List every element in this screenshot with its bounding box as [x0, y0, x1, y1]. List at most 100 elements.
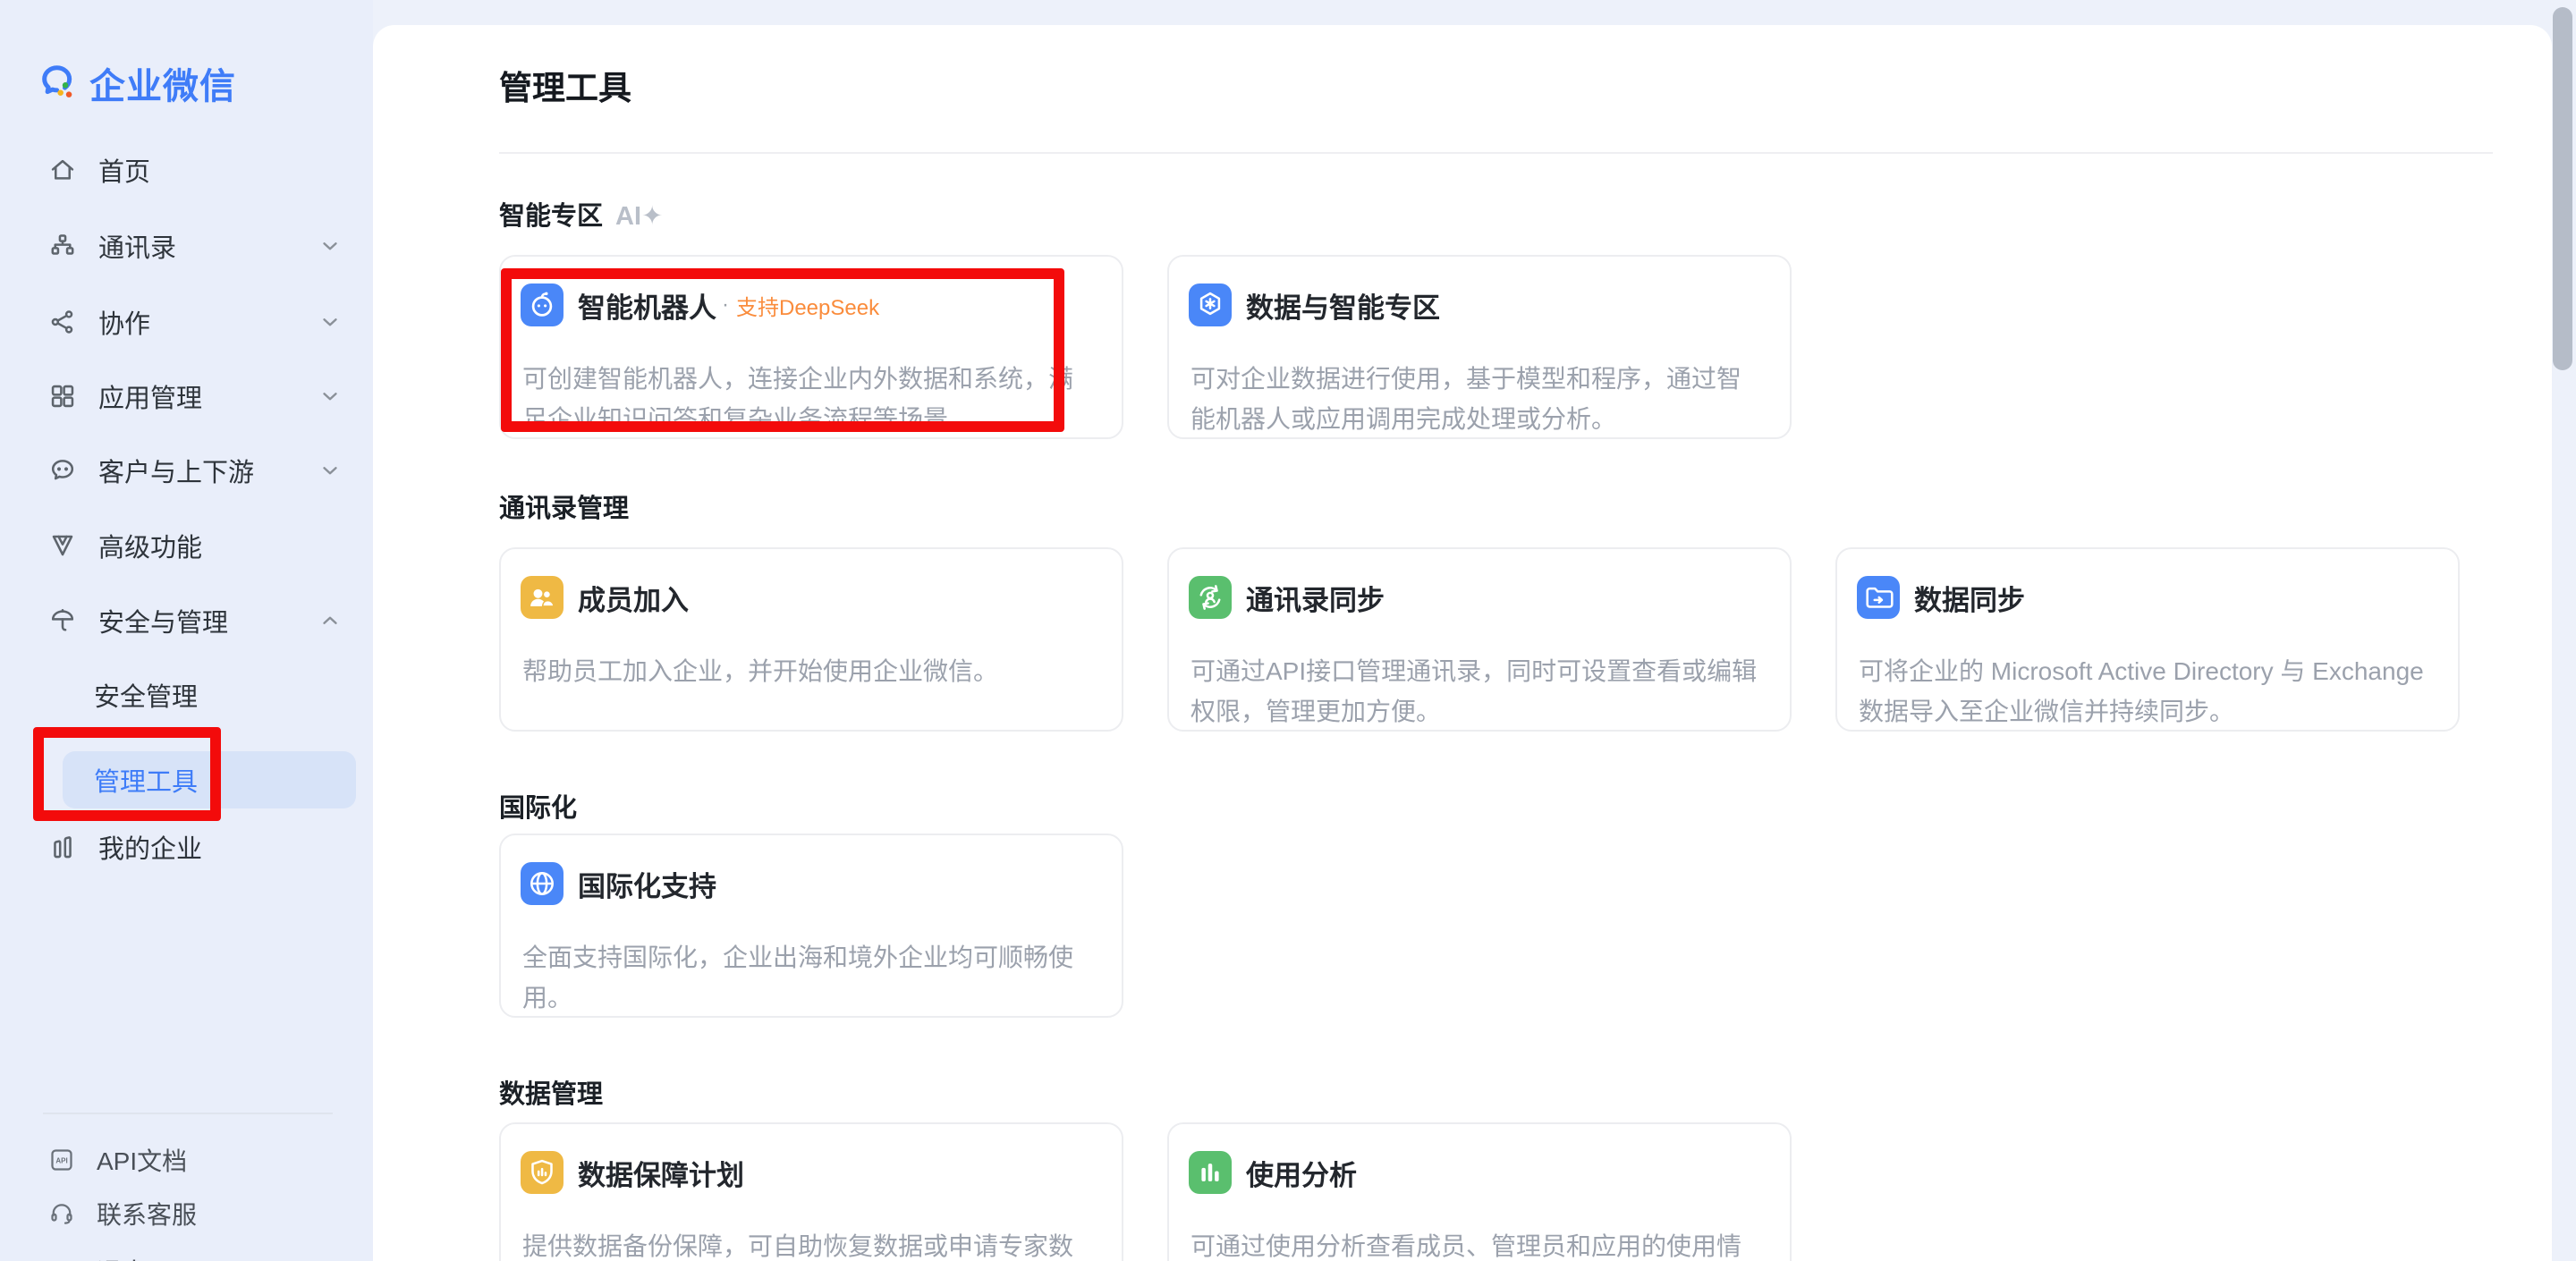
- card-title: 成员加入: [578, 578, 689, 618]
- chevron-down-icon: [318, 459, 342, 482]
- logout-icon: [48, 1257, 75, 1261]
- section-title: 数据管理: [499, 1080, 603, 1109]
- card-header: 智能机器人· 支持DeepSeek: [578, 284, 879, 326]
- deepseek-tag: 支持DeepSeek: [736, 290, 879, 321]
- sidebar-item-security-management[interactable]: 安全与管理: [36, 594, 349, 647]
- section-header-data-mgmt: 数据管理: [499, 1073, 603, 1111]
- brand-logo[interactable]: 企业微信: [38, 57, 236, 109]
- sidebar: 企业微信 首页 通讯录: [0, 0, 373, 1261]
- company-stats-icon: [48, 833, 77, 861]
- section-header-i18n: 国际化: [499, 787, 577, 825]
- card-member-join[interactable]: 成员加入 帮助员工加入企业，并开始使用企业微信。: [499, 547, 1123, 732]
- umbrella-icon: [48, 606, 77, 635]
- card-usage-analytics[interactable]: 使用分析 可通过使用分析查看成员、管理员和应用的使用情况。: [1167, 1122, 1792, 1261]
- sidebar-item-support[interactable]: 联系客服: [36, 1188, 349, 1240]
- card-header: 数据保障计划: [578, 1151, 744, 1194]
- chevron-up-icon: [318, 609, 342, 632]
- sidebar-item-label: 联系客服: [97, 1196, 197, 1231]
- card-data-ai-zone[interactable]: 数据与智能专区 可对企业数据进行使用，基于模型和程序，通过智能机器人或应用调用完…: [1167, 255, 1792, 439]
- sidebar-item-collaboration[interactable]: 协作: [36, 295, 349, 349]
- card-description: 可对企业数据进行使用，基于模型和程序，通过智能机器人或应用调用完成处理或分析。: [1191, 359, 1765, 439]
- card-data-sync[interactable]: 数据同步 可将企业的 Microsoft Active Directory 与 …: [1835, 547, 2460, 732]
- sidebar-item-label: 应用管理: [98, 377, 202, 415]
- card-description: 提供数据备份保障，可自助恢复数据或申请专家数据恢复服务，全面保障企业数据。: [522, 1226, 1097, 1261]
- card-header: 使用分析: [1246, 1151, 1357, 1194]
- section-title: 通讯录管理: [499, 495, 629, 523]
- bar-chart-icon: [1189, 1151, 1232, 1194]
- wecom-logo-icon: [38, 63, 79, 104]
- contact-sync-icon: [1189, 576, 1232, 619]
- chat-bubble-icon: [48, 456, 77, 485]
- wecom-admin-page: { "app": { "brand": "企业微信" }, "sidebar":…: [0, 0, 2576, 1261]
- ai-sparkle-badge: AI✦: [615, 202, 663, 231]
- section-header-contacts-mgmt: 通讯录管理: [499, 487, 629, 525]
- card-contacts-sync[interactable]: 通讯录同步 可通过API接口管理通讯录，同时可设置查看或编辑权限，管理更加方便。: [1167, 547, 1792, 732]
- card-smart-robot[interactable]: 智能机器人· 支持DeepSeek 可创建智能机器人，连接企业内外数据和系统，满足…: [499, 255, 1123, 439]
- sidebar-item-label: 首页: [98, 151, 150, 189]
- brand-name: 企业微信: [89, 57, 236, 109]
- globe-icon: [521, 862, 564, 905]
- card-header: 通讯录同步: [1246, 576, 1385, 619]
- card-title: 智能机器人: [578, 285, 716, 326]
- sidebar-item-contacts[interactable]: 通讯录: [36, 219, 349, 273]
- shield-data-icon: [521, 1151, 564, 1194]
- sidebar-item-home[interactable]: 首页: [36, 143, 349, 197]
- sidebar-subitem-admin-tools[interactable]: 管理工具: [63, 751, 356, 808]
- card-i18n-support[interactable]: 国际化支持 全面支持国际化，企业出海和境外企业均可顺畅使用。: [499, 834, 1123, 1018]
- card-header: 数据与智能专区: [1246, 284, 1440, 326]
- grid-icon: [48, 382, 77, 410]
- api-doc-icon: API: [48, 1147, 75, 1173]
- sidebar-subitem-security[interactable]: 安全管理: [36, 668, 349, 722]
- sidebar-item-logout[interactable]: 退出: [36, 1245, 349, 1261]
- card-description: 可将企业的 Microsoft Active Directory 与 Excha…: [1859, 651, 2433, 732]
- sidebar-item-label: 我的企业: [98, 828, 202, 866]
- card-title: 数据保障计划: [578, 1153, 744, 1193]
- card-header: 数据同步: [1914, 576, 2025, 619]
- share-nodes-icon: [48, 308, 77, 336]
- sidebar-item-apps[interactable]: 应用管理: [36, 369, 349, 423]
- card-description: 帮助员工加入企业，并开始使用企业微信。: [522, 651, 1097, 691]
- sidebar-item-my-company[interactable]: 我的企业: [36, 820, 349, 874]
- sidebar-item-advanced[interactable]: 高级功能: [36, 519, 349, 572]
- main-panel: 管理工具 智能专区AI✦ 智能机器人·支持DeepSeek 可创建智能机器人，连…: [373, 25, 2552, 1261]
- card-title: 通讯录同步: [1246, 578, 1385, 618]
- vertical-scrollbar-thumb[interactable]: [2553, 7, 2572, 370]
- tag-separator: ·: [722, 292, 729, 317]
- sidebar-item-label: 管理工具: [94, 761, 198, 799]
- sidebar-item-label: 安全管理: [94, 676, 198, 714]
- card-description: 全面支持国际化，企业出海和境外企业均可顺畅使用。: [522, 937, 1097, 1018]
- headset-icon: [48, 1200, 75, 1227]
- members-icon: [521, 576, 564, 619]
- sidebar-item-api-docs[interactable]: API API文档: [36, 1134, 349, 1186]
- card-description: 可通过使用分析查看成员、管理员和应用的使用情况。: [1191, 1226, 1765, 1261]
- chevron-down-icon: [318, 385, 342, 408]
- section-title: 国际化: [499, 794, 577, 823]
- card-title: 使用分析: [1246, 1153, 1357, 1193]
- chevron-down-icon: [318, 310, 342, 334]
- pennant-icon: [48, 531, 77, 560]
- card-title: 数据与智能专区: [1246, 285, 1440, 326]
- card-title: 国际化支持: [578, 864, 716, 904]
- card-title: 数据同步: [1914, 578, 2025, 618]
- home-icon: [48, 156, 77, 184]
- card-description: 可创建智能机器人，连接企业内外数据和系统，满足企业知识问答和复杂业务流程等场景。: [522, 359, 1097, 439]
- sidebar-item-label: 退出: [97, 1253, 147, 1261]
- hexagon-sparkle-icon: [1189, 284, 1232, 326]
- chevron-down-icon: [318, 234, 342, 258]
- section-header-ai-zone: 智能专区 AI✦: [499, 195, 663, 233]
- sidebar-item-label: API文档: [97, 1142, 187, 1178]
- robot-icon: [521, 284, 564, 326]
- card-description: 可通过API接口管理通讯录，同时可设置查看或编辑权限，管理更加方便。: [1191, 651, 1765, 732]
- folder-sync-icon: [1857, 576, 1900, 619]
- sidebar-item-label: 通讯录: [98, 227, 176, 265]
- card-data-protection[interactable]: 数据保障计划 提供数据备份保障，可自助恢复数据或申请专家数据恢复服务，全面保障企…: [499, 1122, 1123, 1261]
- sidebar-divider: [43, 1113, 333, 1114]
- sidebar-item-label: 高级功能: [98, 527, 202, 564]
- sidebar-item-label: 客户与上下游: [98, 452, 254, 489]
- org-chart-icon: [48, 232, 77, 260]
- section-title: 智能专区: [499, 202, 603, 231]
- svg-text:API: API: [55, 1157, 67, 1165]
- sidebar-item-customers[interactable]: 客户与上下游: [36, 444, 349, 497]
- card-header: 国际化支持: [578, 862, 716, 905]
- card-header: 成员加入: [578, 576, 689, 619]
